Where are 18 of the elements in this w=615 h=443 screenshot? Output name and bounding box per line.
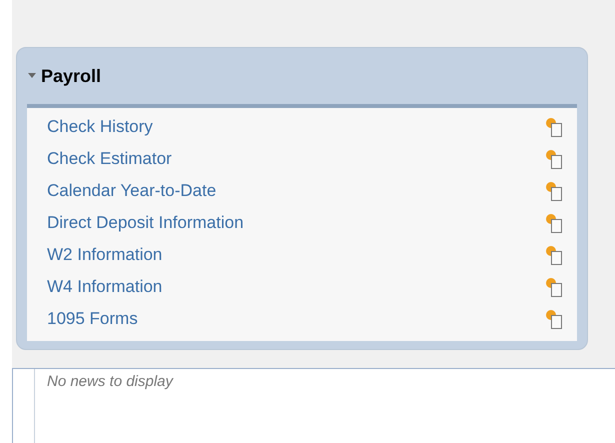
collapse-toggle[interactable] [27, 72, 37, 80]
payroll-link[interactable]: Calendar Year-to-Date [47, 178, 216, 204]
payroll-link[interactable]: W2 Information [47, 242, 162, 268]
payroll-link[interactable]: Direct Deposit Information [47, 210, 244, 236]
document-icon[interactable] [545, 245, 563, 265]
document-icon[interactable] [545, 181, 563, 201]
document-icon[interactable] [545, 213, 563, 233]
payroll-link[interactable]: Check Estimator [47, 146, 172, 172]
payroll-link[interactable]: Check History [47, 114, 153, 140]
document-icon[interactable] [545, 277, 563, 297]
document-icon[interactable] [545, 309, 563, 329]
document-icon[interactable] [545, 117, 563, 137]
caret-icon [27, 72, 37, 80]
panel-title: Payroll [41, 64, 102, 88]
payroll-link[interactable]: W4 Information [47, 274, 162, 300]
news-message: No news to display [46, 372, 173, 392]
document-icon[interactable] [545, 149, 563, 169]
payroll-link[interactable]: 1095 Forms [47, 306, 138, 332]
